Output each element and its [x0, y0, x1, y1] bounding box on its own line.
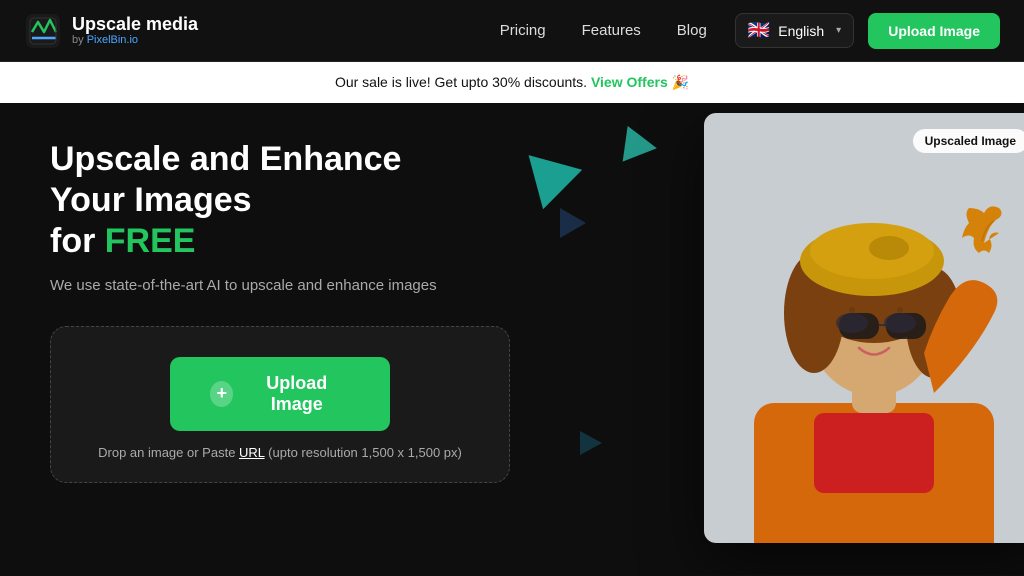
hero-title: Upscale and Enhance Your Images for FREE — [50, 139, 480, 261]
triangle-teal-2 — [623, 126, 660, 166]
nav-links: Pricing Features Blog — [500, 22, 707, 39]
drop-hint-after: (upto resolution 1,500 x 1,500 px) — [265, 445, 462, 460]
image-showcase: Upscaled Image — [704, 113, 1024, 543]
logo-sub: by PixelBin.io — [72, 34, 198, 46]
hero-subtitle: We use state-of-the-art AI to upscale an… — [50, 275, 480, 298]
main-content: Upscale and Enhance Your Images for FREE… — [0, 103, 1024, 575]
hero-title-line1: Upscale and Enhance Your Images — [50, 140, 401, 219]
view-offers-link[interactable]: View Offers — [591, 74, 668, 90]
drop-hint: Drop an image or Paste URL (upto resolut… — [98, 445, 462, 460]
hero-title-for: for — [50, 222, 105, 260]
banner-text: Our sale is live! Get upto 30% discounts… — [335, 74, 587, 90]
flag-icon: 🇬🇧 — [748, 20, 770, 41]
triangle-dark — [560, 208, 586, 238]
right-section: Upscaled Image — [520, 103, 1024, 575]
upload-dropzone[interactable]: + Upload Image Drop an image or Paste UR… — [50, 326, 510, 483]
nav-link-blog[interactable]: Blog — [677, 22, 707, 39]
triangle-teal-1 — [529, 143, 590, 210]
language-label: English — [778, 23, 824, 39]
main-upload-button[interactable]: + Upload Image — [170, 357, 390, 431]
banner-emoji: 🎉 — [672, 74, 689, 90]
upload-btn-label: Upload Image — [243, 373, 350, 415]
nav-link-features[interactable]: Features — [582, 22, 641, 39]
triangle-dark2 — [580, 431, 602, 455]
hero-free-text: FREE — [105, 222, 196, 260]
nav-link-pricing[interactable]: Pricing — [500, 22, 546, 39]
logo-area[interactable]: Upscale media by PixelBin.io — [24, 12, 198, 50]
upscaled-badge: Upscaled Image — [913, 129, 1024, 153]
pixelbin-link: PixelBin.io — [87, 34, 138, 46]
logo-icon — [24, 12, 62, 50]
woman-photo — [704, 113, 1024, 543]
navbar: Upscale media by PixelBin.io Pricing Fea… — [0, 0, 1024, 62]
url-paste-link[interactable]: URL — [239, 445, 265, 460]
logo-text-block: Upscale media by PixelBin.io — [72, 15, 198, 47]
promo-banner: Our sale is live! Get upto 30% discounts… — [0, 62, 1024, 103]
nav-upload-button[interactable]: Upload Image — [868, 13, 1000, 49]
logo-title: Upscale media — [72, 15, 198, 35]
plus-icon: + — [210, 381, 233, 407]
upscaled-badge-text: Upscaled Image — [925, 134, 1016, 148]
language-selector[interactable]: 🇬🇧 English ▾ — [735, 13, 854, 48]
chevron-down-icon: ▾ — [836, 25, 841, 36]
drop-hint-before: Drop an image or Paste — [98, 445, 239, 460]
left-section: Upscale and Enhance Your Images for FREE… — [0, 103, 520, 575]
